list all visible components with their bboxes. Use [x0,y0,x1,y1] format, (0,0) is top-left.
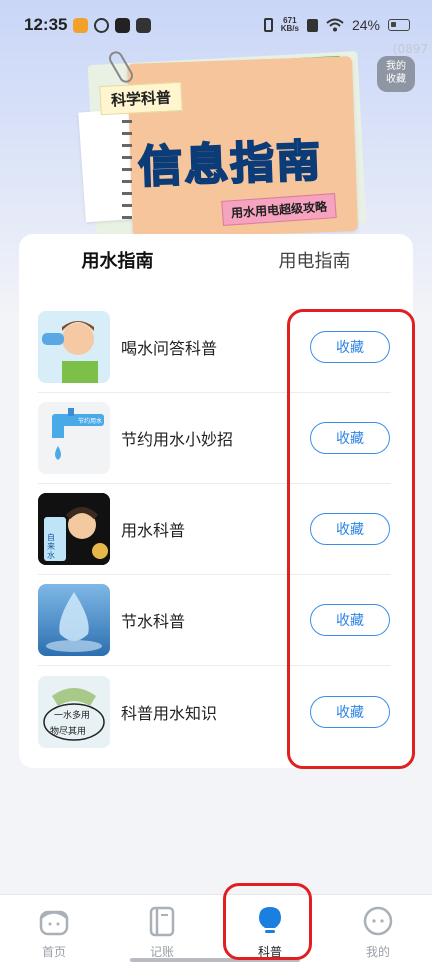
article-title: 节水科普 [121,612,186,631]
my-favorites-label-line2: 收藏 [386,74,406,85]
guide-tabs: 用水指南 用电指南 [19,234,413,284]
nav-ledger[interactable]: 记账 [108,895,216,964]
tab-water-guide[interactable]: 用水指南 [19,245,216,273]
app-notification-icon [94,17,110,33]
gesture-home-bar[interactable] [130,958,300,962]
article-title: 喝水问答科普 [121,339,218,358]
guide-card: 用水指南 用电指南 喝水问答科普 收藏 节约用水 节约用水小妙招 收藏 自来水 … [19,234,413,768]
wifi-icon [326,18,344,32]
list-item[interactable]: 节约用水 节约用水小妙招 收藏 [38,393,391,484]
battery-icon [388,19,410,31]
article-title: 节约用水小妙招 [121,430,234,449]
water-saving-slogan-image: 一水多用 物尽其用 [38,675,110,748]
favorite-button[interactable]: 收藏 [310,513,390,545]
favorite-button[interactable]: 收藏 [310,604,390,636]
faint-overlay-id: (0897 [392,42,428,56]
faucet-label: 节约用水 [78,418,103,425]
nav-science[interactable]: 科普 [216,895,324,964]
dripping-faucet-image: 节约用水 [38,402,110,474]
vibrate-icon [263,18,273,32]
list-item[interactable]: 喝水问答科普 收藏 [38,302,391,393]
glass-label: 自来水 [47,533,55,560]
boy-drinking-water-image [38,311,110,383]
nav-home[interactable]: 首页 [0,895,108,964]
home-icon [39,910,69,936]
favorite-button[interactable]: 收藏 [310,695,390,728]
article-title: 用水科普 [121,521,186,540]
my-favorites-button[interactable]: 我的 收藏 [377,56,415,92]
status-bar: 12:35 671 KB/s 24% [0,0,432,50]
list-item[interactable]: 节水科普 收藏 [38,575,391,666]
banner-title: 信息指南 [136,135,324,194]
battery-percent: 24% [351,17,380,33]
lightbulb-icon [259,907,281,933]
weibo-notification-icon [73,17,89,33]
favorite-button[interactable]: 收藏 [310,331,390,363]
my-favorites-label-line1: 我的 [386,61,406,72]
message-notification-icon [136,17,152,33]
ledger-icon [149,906,175,937]
bottom-navigation: 首页 记账 科普 我的 [0,894,432,964]
status-time: 12:35 [24,15,68,34]
article-title: 科普用水知识 [121,703,218,723]
list-item[interactable]: 一水多用 物尽其用 科普用水知识 收藏 [38,666,391,757]
tiktok-notification-icon [115,17,131,33]
banner-spiral-binding [122,120,132,220]
network-speed-unit: KB/s [280,24,299,33]
slogan-line2: 物尽其用 [50,726,87,737]
nav-mine-label: 我的 [365,945,390,959]
slogan-line1: 一水多用 [54,710,91,721]
water-drop-image [38,584,110,656]
sim-icon [306,18,318,32]
cartoon-water-glass-image: 自来水 [38,493,110,565]
list-item[interactable]: 自来水 用水科普 收藏 [38,484,391,575]
favorite-button[interactable]: 收藏 [310,422,390,454]
nav-mine[interactable]: 我的 [324,895,432,964]
profile-face-icon [363,906,393,936]
banner-tag: 科学科普 [99,81,183,116]
article-list: 喝水问答科普 收藏 节约用水 节约用水小妙招 收藏 自来水 用水科普 收藏 节水… [38,302,391,757]
science-banner: 科学科普 信息指南 用水用电超级攻略 [60,48,390,239]
network-speed: 671 KB/s [281,17,299,33]
tab-electricity-guide[interactable]: 用电指南 [216,245,413,273]
nav-home-label: 首页 [41,945,66,959]
